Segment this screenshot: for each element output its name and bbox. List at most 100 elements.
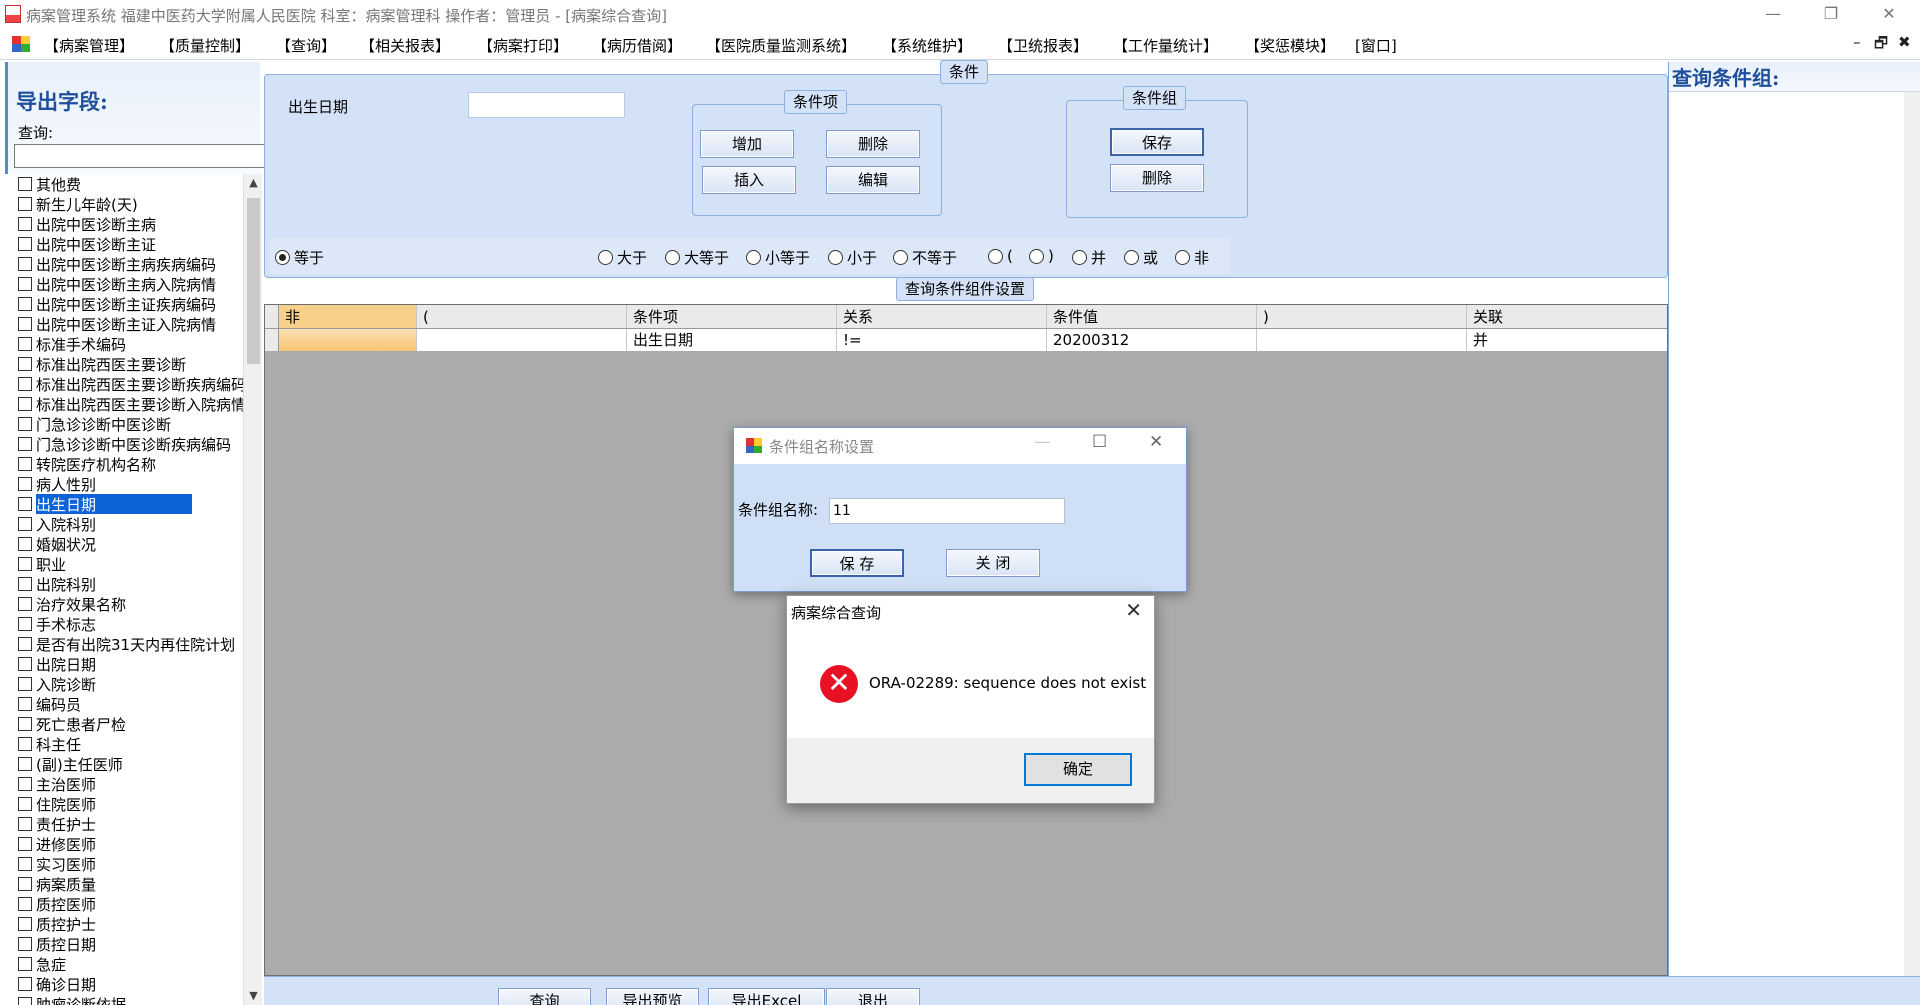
exit-button[interactable]: 退出 [826,988,920,1005]
checkbox[interactable] [18,597,32,611]
list-item[interactable]: 新生儿年龄(天) [11,194,243,214]
list-item[interactable]: 科主任 [11,734,243,754]
list-item[interactable]: 进修医师 [11,834,243,854]
birth-date-input[interactable] [468,92,625,118]
checkbox[interactable] [18,337,32,351]
checkbox[interactable] [18,697,32,711]
list-item[interactable]: 标准手术编码 [11,334,243,354]
checkbox[interactable] [18,237,32,251]
list-item[interactable]: 标准出院西医主要诊断入院病情 [11,394,243,414]
dialog-save-button[interactable]: 保 存 [810,549,904,577]
dialog-minimize-icon[interactable]: — [1034,432,1051,452]
checkbox[interactable] [18,817,32,831]
checkbox[interactable] [18,657,32,671]
col-not[interactable]: 非 [279,305,417,328]
checkbox[interactable] [18,397,32,411]
radio-greater-equal[interactable]: 大等于 [665,247,729,268]
checkbox[interactable] [18,777,32,791]
minimize-button[interactable]: — [1744,0,1802,30]
list-item[interactable]: 质控日期 [11,934,243,954]
radio-not-equal[interactable]: 不等于 [893,247,957,268]
list-item[interactable]: 转院医疗机构名称 [11,454,243,474]
radio-close-paren[interactable]: ) [1029,247,1054,265]
cell-relation[interactable]: != [837,329,1047,351]
menu-health-statistics[interactable]: 【卫统报表】 [998,35,1088,56]
radio-or[interactable]: 或 [1124,247,1158,268]
edit-condition-button[interactable]: 编辑 [826,166,920,194]
list-item[interactable]: 肿瘤诊断依据 [11,994,243,1005]
list-item[interactable]: 出院中医诊断主证 [11,234,243,254]
save-group-button[interactable]: 保存 [1110,128,1204,156]
list-item[interactable]: 死亡患者尸检 [11,714,243,734]
list-item[interactable]: 实习医师 [11,854,243,874]
radio-and[interactable]: 并 [1072,247,1106,268]
col-open-paren[interactable]: ( [417,305,627,328]
dialog-maximize-icon[interactable]: ☐ [1092,432,1107,452]
checkbox[interactable] [18,477,32,491]
list-item[interactable]: 标准出院西医主要诊断 [11,354,243,374]
checkbox[interactable] [18,637,32,651]
cell-condition-value[interactable]: 20200312 [1047,329,1257,351]
cell-not[interactable] [279,329,417,351]
col-relation[interactable]: 关系 [837,305,1047,328]
dialog-close-icon[interactable]: ✕ [1149,432,1163,452]
checkbox[interactable] [18,177,32,191]
checkbox[interactable] [18,757,32,771]
ok-button[interactable]: 确定 [1024,753,1132,786]
menu-record-management[interactable]: 【病案管理】 [44,35,134,56]
list-item[interactable]: 出院中医诊断主病疾病编码 [11,254,243,274]
col-close-paren[interactable]: ) [1257,305,1467,328]
list-item[interactable]: 婚姻状况 [11,534,243,554]
checkbox[interactable] [18,377,32,391]
list-item[interactable]: 出院中医诊断主病 [11,214,243,234]
checkbox[interactable] [18,457,32,471]
menu-reward-penalty[interactable]: 【奖惩模块】 [1245,35,1335,56]
list-item[interactable]: 门急诊诊断中医诊断疾病编码 [11,434,243,454]
list-item[interactable]: 门急诊诊断中医诊断 [11,414,243,434]
query-button[interactable]: 查询 [498,988,591,1005]
checkbox[interactable] [18,277,32,291]
cell-open-paren[interactable] [417,329,627,351]
checkbox[interactable] [18,897,32,911]
list-item[interactable]: 急症 [11,954,243,974]
checkbox[interactable] [18,437,32,451]
checkbox[interactable] [18,577,32,591]
export-preview-button[interactable]: 导出预览 [606,988,699,1005]
radio-not[interactable]: 非 [1175,247,1209,268]
delete-group-button[interactable]: 删除 [1110,164,1204,192]
delete-condition-button[interactable]: 删除 [826,130,920,158]
list-item[interactable]: 住院医师 [11,794,243,814]
close-button[interactable]: ✕ [1860,0,1918,30]
list-item[interactable]: 其他费 [11,174,243,194]
field-search-input[interactable] [14,144,268,168]
checkbox[interactable] [18,357,32,371]
checkbox[interactable] [18,737,32,751]
radio-open-paren[interactable]: ( [988,247,1013,265]
radio-equal[interactable]: 等于 [275,247,324,268]
list-item[interactable]: 编码员 [11,694,243,714]
menu-window[interactable]: [窗口] [1355,35,1397,56]
checkbox[interactable] [18,877,32,891]
list-item[interactable]: 入院诊断 [11,674,243,694]
list-item[interactable]: 入院科别 [11,514,243,534]
list-item[interactable]: 责任护士 [11,814,243,834]
mdi-minimize-button[interactable]: – [1853,33,1861,51]
radio-less-equal[interactable]: 小等于 [746,247,810,268]
list-item[interactable]: 出院中医诊断主证疾病编码 [11,294,243,314]
mdi-restore-button[interactable]: 🗗 [1874,33,1888,58]
list-item[interactable]: 质控护士 [11,914,243,934]
list-item[interactable]: 出院日期 [11,654,243,674]
menu-query[interactable]: 【查询】 [276,35,336,56]
list-item[interactable]: 出院科别 [11,574,243,594]
list-item[interactable]: 病案质量 [11,874,243,894]
checkbox[interactable] [18,557,32,571]
checkbox[interactable] [18,517,32,531]
table-row[interactable]: 出生日期 != 20200312 并 [265,329,1667,351]
list-item[interactable]: 是否有出院31天内再住院计划 [11,634,243,654]
list-item[interactable]: 病人性别 [11,474,243,494]
panel-splitter[interactable] [0,490,6,590]
scroll-down-icon[interactable]: ▼ [244,987,263,1005]
checkbox[interactable] [18,257,32,271]
message-box-close-icon[interactable]: ✕ [1125,598,1142,622]
checkbox[interactable] [18,917,32,931]
